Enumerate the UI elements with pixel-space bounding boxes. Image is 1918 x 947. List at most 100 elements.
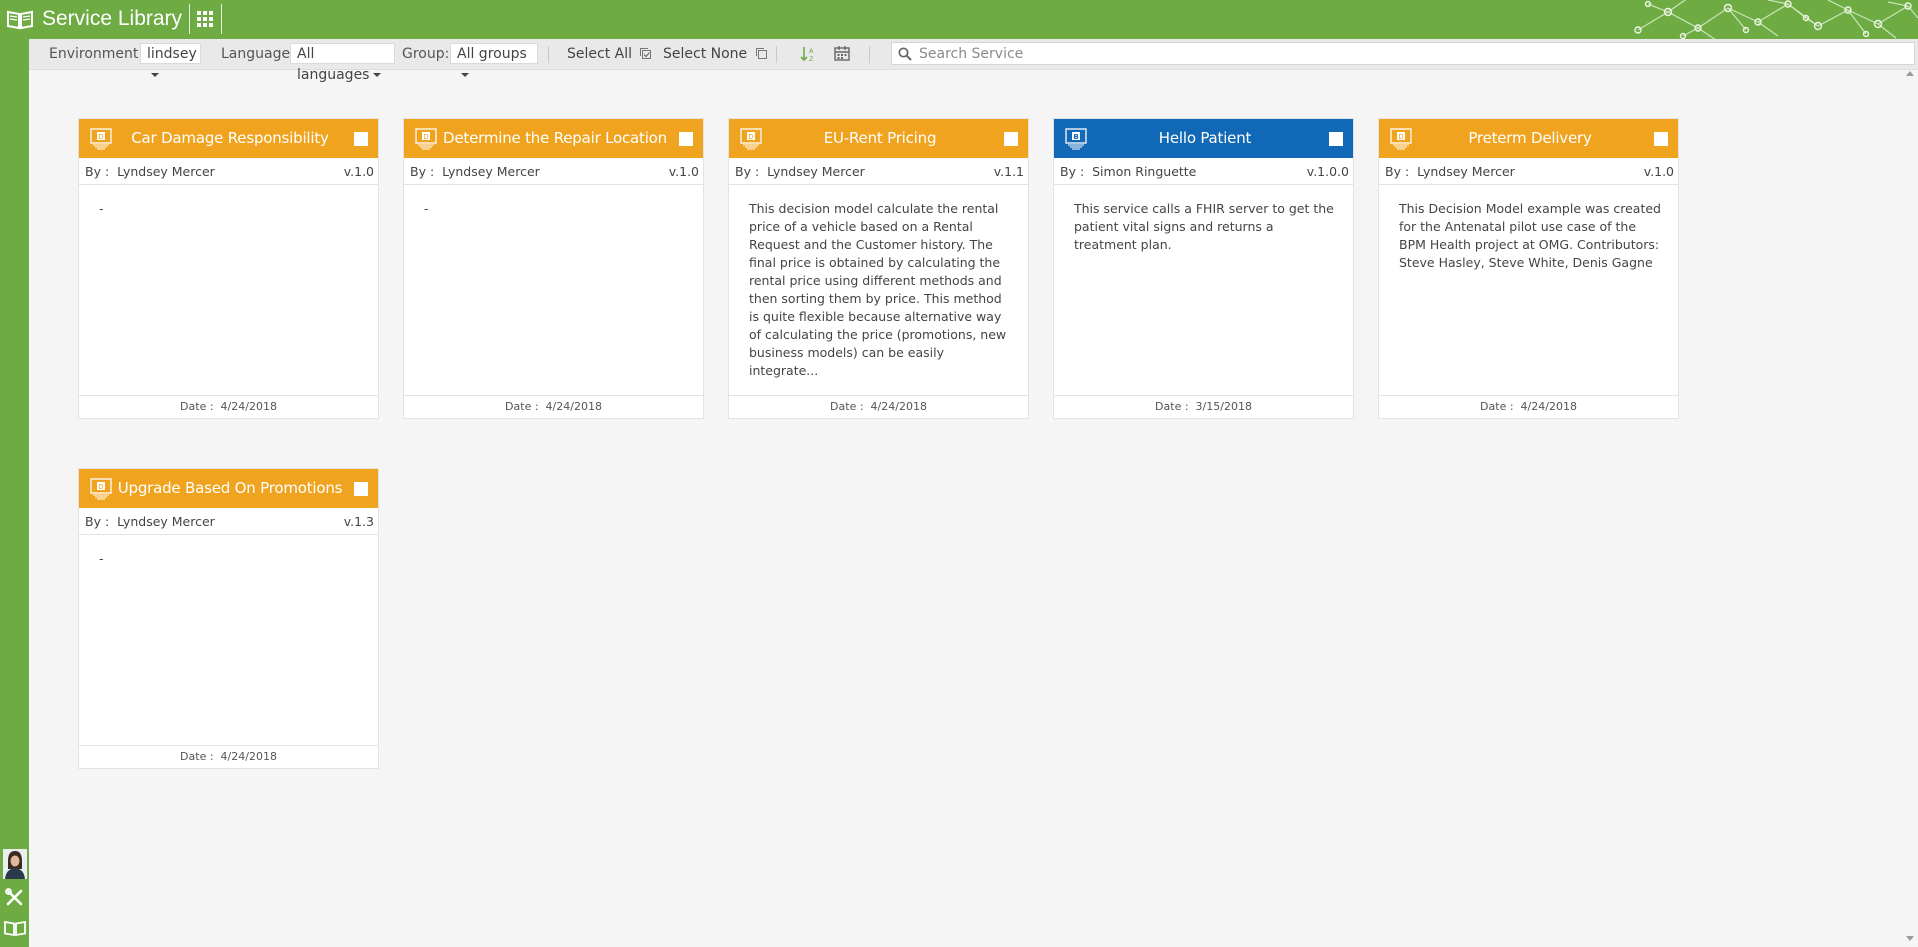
language-label: Language: bbox=[221, 46, 295, 62]
card-description: This decision model calculate the rental… bbox=[749, 201, 1007, 378]
card-title: Hello Patient bbox=[1158, 129, 1252, 147]
decision-model-icon: D bbox=[1390, 128, 1412, 150]
sort-icon[interactable]: A Z bbox=[799, 45, 817, 62]
select-none-icon bbox=[755, 48, 767, 59]
svg-text:D: D bbox=[423, 133, 428, 141]
card-date: Date : 4/24/2018 bbox=[404, 395, 703, 418]
card-meta: By : Simon Ringuette v.1.0.0 bbox=[1054, 158, 1353, 185]
chevron-down-icon bbox=[373, 73, 382, 77]
toolbar-divider bbox=[869, 46, 870, 63]
select-all-button[interactable]: Select All bbox=[567, 46, 652, 62]
group-label: Group: bbox=[402, 46, 450, 62]
search-input[interactable] bbox=[917, 44, 1901, 64]
card-meta: By : Lyndsey Mercer v.1.3 bbox=[79, 508, 378, 535]
card-date: Date : 4/24/2018 bbox=[729, 395, 1028, 418]
card-author: By : Lyndsey Mercer bbox=[85, 164, 215, 179]
library-book-icon[interactable] bbox=[4, 919, 26, 937]
service-card[interactable]: D Upgrade Based On Promotions By : Lynds… bbox=[78, 468, 379, 769]
group-select[interactable]: All groups bbox=[450, 43, 538, 77]
scroll-down-arrow[interactable] bbox=[1906, 936, 1914, 941]
app-title: Service Library bbox=[42, 7, 183, 30]
card-header: D Car Damage Responsibility bbox=[79, 119, 378, 158]
card-checkbox[interactable] bbox=[679, 132, 693, 146]
select-all-icon bbox=[640, 48, 652, 59]
business-process-icon: B bbox=[1065, 128, 1087, 150]
tools-icon[interactable] bbox=[5, 888, 24, 907]
card-version: v.1.0.0 bbox=[1306, 164, 1349, 179]
svg-text:B: B bbox=[1073, 133, 1078, 141]
card-checkbox[interactable] bbox=[1654, 132, 1668, 146]
group-value: All groups bbox=[457, 46, 527, 62]
chevron-down-icon bbox=[461, 73, 469, 77]
card-description: - bbox=[99, 201, 104, 216]
svg-text:D: D bbox=[98, 483, 103, 491]
svg-text:D: D bbox=[98, 133, 103, 141]
card-author: By : Lyndsey Mercer bbox=[1385, 164, 1515, 179]
card-header: D Determine the Repair Location bbox=[404, 119, 703, 158]
select-none-button[interactable]: Select None bbox=[663, 46, 768, 62]
apps-grid-icon[interactable] bbox=[196, 10, 214, 28]
header-divider bbox=[189, 4, 190, 34]
scroll-up-arrow[interactable] bbox=[1906, 71, 1914, 76]
card-author: By : Lyndsey Mercer bbox=[410, 164, 540, 179]
service-card[interactable]: B Hello Patient By : Simon Ringuette v.1… bbox=[1053, 118, 1354, 419]
environment-value: lindsey bbox=[147, 46, 197, 62]
card-author: By : Lyndsey Mercer bbox=[735, 164, 865, 179]
service-card[interactable]: D Preterm Delivery By : Lyndsey Mercer v… bbox=[1378, 118, 1679, 419]
card-date: Date : 3/15/2018 bbox=[1054, 395, 1353, 418]
card-checkbox[interactable] bbox=[354, 132, 368, 146]
calendar-icon[interactable] bbox=[833, 45, 851, 62]
decision-model-icon: D bbox=[90, 478, 112, 500]
card-header: B Hello Patient bbox=[1054, 119, 1353, 158]
language-select[interactable]: All languages bbox=[290, 43, 395, 83]
card-meta: By : Lyndsey Mercer v.1.1 bbox=[729, 158, 1028, 185]
card-date: Date : 4/24/2018 bbox=[79, 395, 378, 418]
decision-model-icon: D bbox=[415, 128, 437, 150]
toolbar-divider bbox=[548, 46, 549, 63]
card-checkbox[interactable] bbox=[1329, 132, 1343, 146]
select-none-label: Select None bbox=[663, 46, 748, 62]
decision-model-icon: D bbox=[90, 128, 112, 150]
card-author: By : Lyndsey Mercer bbox=[85, 514, 215, 529]
service-card[interactable]: D Car Damage Responsibility By : Lyndsey… bbox=[78, 118, 379, 419]
card-title: Car Damage Responsibility bbox=[131, 129, 329, 147]
card-description: - bbox=[424, 201, 429, 216]
card-checkbox[interactable] bbox=[354, 482, 368, 496]
environment-select[interactable]: lindsey bbox=[140, 43, 201, 77]
toolbar-divider bbox=[776, 46, 777, 63]
card-title: Preterm Delivery bbox=[1468, 129, 1592, 147]
book-logo-icon[interactable] bbox=[6, 8, 34, 30]
app-header: Service Library bbox=[0, 0, 1918, 39]
chevron-down-icon bbox=[151, 73, 159, 77]
card-date: Date : 4/24/2018 bbox=[1379, 395, 1678, 418]
service-card[interactable]: D Determine the Repair Location By : Lyn… bbox=[403, 118, 704, 419]
card-version: v.1.3 bbox=[343, 514, 374, 529]
environment-label: Environment: bbox=[49, 46, 144, 62]
card-author: By : Simon Ringuette bbox=[1060, 164, 1197, 179]
network-decoration-icon bbox=[1634, 0, 1918, 39]
card-version: v.1.0 bbox=[343, 164, 374, 179]
card-version: v.1.0 bbox=[1643, 164, 1674, 179]
card-description: - bbox=[99, 551, 104, 566]
svg-text:A: A bbox=[809, 47, 814, 55]
svg-text:Z: Z bbox=[809, 55, 814, 62]
card-header: D EU-Rent Pricing bbox=[729, 119, 1028, 158]
decision-model-icon: D bbox=[740, 128, 762, 150]
card-version: v.1.0 bbox=[668, 164, 699, 179]
card-title: Determine the Repair Location bbox=[443, 129, 667, 147]
card-version: v.1.1 bbox=[993, 164, 1024, 179]
card-meta: By : Lyndsey Mercer v.1.0 bbox=[404, 158, 703, 185]
svg-text:D: D bbox=[1398, 133, 1403, 141]
search-box bbox=[891, 42, 1915, 65]
card-date: Date : 4/24/2018 bbox=[79, 745, 378, 768]
card-checkbox[interactable] bbox=[1004, 132, 1018, 146]
left-sidebar bbox=[0, 39, 29, 947]
card-meta: By : Lyndsey Mercer v.1.0 bbox=[79, 158, 378, 185]
search-icon bbox=[898, 47, 912, 61]
user-avatar[interactable] bbox=[3, 849, 27, 879]
card-header: D Preterm Delivery bbox=[1379, 119, 1678, 158]
service-card[interactable]: D EU-Rent Pricing By : Lyndsey Mercer v.… bbox=[728, 118, 1029, 419]
card-title: Upgrade Based On Promotions bbox=[117, 479, 343, 497]
filter-toolbar: Environment: lindsey Language: All langu… bbox=[29, 39, 1918, 83]
card-description: This service calls a FHIR server to get … bbox=[1074, 201, 1334, 252]
